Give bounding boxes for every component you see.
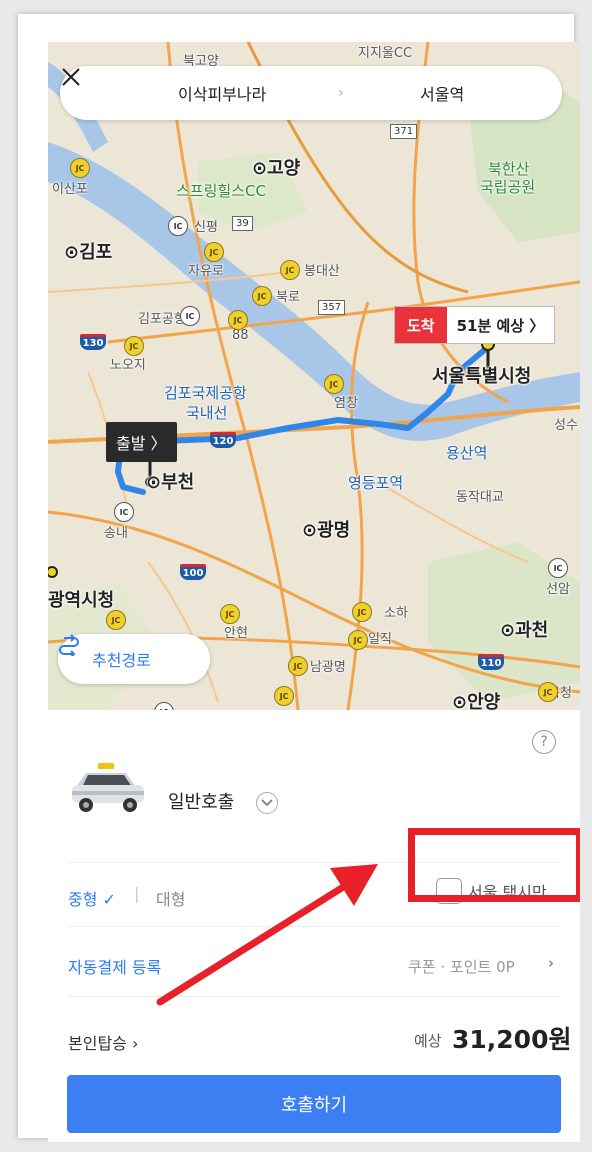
jc-marker: JC <box>280 260 300 280</box>
coupon-points[interactable]: 쿠폰 · 포인트 0P <box>408 956 515 977</box>
highway-shield-120: 120 <box>210 432 236 448</box>
highway-shield-100: 100 <box>180 564 206 580</box>
self-boarding-option[interactable]: 본인탑승 › <box>68 1030 138 1054</box>
jc-marker: JC <box>204 242 224 262</box>
jc-marker: JC <box>106 610 126 630</box>
place-bukro: 북로 <box>276 290 300 305</box>
place-bongdaesan: 봉대산 <box>304 264 340 279</box>
highway-shield-130: 130 <box>80 334 106 350</box>
place-gimpo: ⊙김포 <box>64 242 113 263</box>
recommended-route-button[interactable]: 추천경로 <box>58 634 210 684</box>
route-header: 이삭피부나라 › 서울역 <box>60 66 562 120</box>
road-sign-39: 39 <box>232 216 253 231</box>
place-seoul-city-hall: 서울특별시청 <box>432 366 532 387</box>
divider <box>68 996 560 997</box>
place-namgwangmyeong: 남광명 <box>310 660 346 675</box>
place-noozi: 노오지 <box>110 358 146 373</box>
place-seongsu: 성수 <box>554 418 578 433</box>
place-incheon-city: 광역시청 <box>48 590 115 611</box>
place-yeongdeungpo: 영등포역 <box>348 474 404 492</box>
place-anyang: ⊙안양 <box>452 692 501 710</box>
place-national-park: 국립공원 <box>480 178 536 196</box>
taxi-app-screen: 북고양 지지울CC ⊙고양 스프링힐스CC 이산포 신평 ⊙김포 자유로 봉대산… <box>48 42 580 1142</box>
jc-marker: JC <box>70 158 90 178</box>
taxi-car-icon <box>72 763 144 812</box>
place-bucheon: ⊙부천 <box>146 472 195 493</box>
road-sign-357: 357 <box>318 300 346 315</box>
place-gwacheon: ⊙과천 <box>500 620 549 641</box>
route-arrow-icon: › <box>338 85 344 101</box>
place-domestic: 국내선 <box>186 404 228 422</box>
destination-marker[interactable]: 도착 51분 예상 〉 <box>394 306 556 344</box>
highway-shield-110: 110 <box>478 654 504 670</box>
help-icon[interactable]: ? <box>532 730 556 754</box>
jc-marker: JC <box>352 602 372 622</box>
place-yeomchang: 염창 <box>334 396 358 411</box>
close-button[interactable] <box>60 66 114 120</box>
route-icon <box>59 634 79 656</box>
close-icon <box>62 68 80 86</box>
ic-marker: IC <box>180 306 200 326</box>
autopay-register-link[interactable]: 자동결제 등록 <box>68 954 161 978</box>
call-type-dropdown[interactable] <box>256 792 278 814</box>
call-taxi-button[interactable]: 호출하기 <box>67 1075 561 1133</box>
place-soha: 소하 <box>384 606 408 621</box>
place-iljik: 일직 <box>368 632 392 647</box>
place-dongjak: 동작대교 <box>456 490 504 505</box>
destination-name[interactable]: 서울역 <box>420 81 464 105</box>
jc-marker: JC <box>288 656 308 676</box>
size-option-mid[interactable]: 중형 ✓ <box>68 886 116 910</box>
road-88: 88 <box>232 328 249 343</box>
place-goyang: ⊙고양 <box>252 158 301 179</box>
highlight-box <box>408 828 580 902</box>
place-seoulcc: 지지울CC <box>358 46 413 61</box>
jc-marker: JC <box>538 682 558 702</box>
origin-name[interactable]: 이삭피부나라 <box>178 81 266 105</box>
jc-marker: JC <box>348 630 368 650</box>
place-sinpyeong: 신평 <box>194 220 218 235</box>
place-seonam: 선암 <box>546 582 570 597</box>
eta-label: 51분 예상 〉 <box>456 316 545 335</box>
place-gwangmyeong: ⊙광명 <box>302 520 351 541</box>
jc-marker: JC <box>274 686 294 706</box>
taxi-car <box>68 758 148 818</box>
chevron-down-icon <box>261 799 273 807</box>
chevron-right-icon: › <box>548 954 554 972</box>
place-spring-hills: 스프링힐스CC <box>176 182 266 200</box>
jc-marker: JC <box>220 604 240 624</box>
place-gimpo-airport-ic: 김포공항 <box>138 312 186 327</box>
size-option-large[interactable]: 대형 <box>156 886 185 910</box>
arrival-tag: 도착 <box>395 307 447 343</box>
call-sheet: ? 일반호출 중형 ✓ | 대형 서울 택시만 자동결제 등록 쿠폰 · 포인트… <box>48 710 580 1142</box>
ic-marker: IC <box>114 502 134 522</box>
jc-marker: JC <box>252 286 272 306</box>
ic-marker: IC <box>168 216 188 236</box>
call-type-label[interactable]: 일반호출 <box>168 788 234 814</box>
place-jayuro: 자유로 <box>188 264 224 279</box>
place-isanpo: 이산포 <box>52 182 88 197</box>
jc-marker: JC <box>124 336 144 356</box>
screenshot-frame: 북고양 지지울CC ⊙고양 스프링힐스CC 이산포 신평 ⊙김포 자유로 봉대산… <box>18 14 580 1142</box>
place-anhyeon: 안현 <box>224 626 248 641</box>
start-marker[interactable]: 출발 〉 <box>106 422 177 462</box>
estimate-label: 예상 <box>414 1032 442 1050</box>
place-yongsan: 용산역 <box>446 444 488 462</box>
ic-marker: IC <box>548 558 568 578</box>
size-separator: | <box>134 884 140 903</box>
recommended-route-label: 추천경로 <box>92 651 151 670</box>
jc-marker: JC <box>324 374 344 394</box>
place-songnae: 송내 <box>104 526 128 541</box>
road-sign-371: 371 <box>390 124 418 139</box>
divider <box>68 926 560 927</box>
place-gimpo-airport: 김포국제공항 <box>164 384 247 402</box>
jc-marker: JC <box>228 310 248 330</box>
estimated-fare: 31,200원 <box>452 1025 572 1054</box>
route-map[interactable]: 북고양 지지울CC ⊙고양 스프링힐스CC 이산포 신평 ⊙김포 자유로 봉대산… <box>48 42 580 710</box>
